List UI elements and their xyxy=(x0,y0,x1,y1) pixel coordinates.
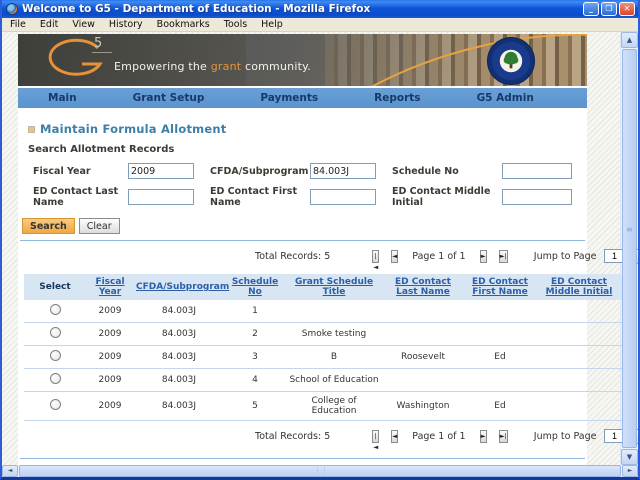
menu-tools[interactable]: Tools xyxy=(217,19,254,30)
fiscal-year-label: Fiscal Year xyxy=(33,166,128,177)
header-banner: 5 Empowering the grant community. xyxy=(18,34,587,86)
cfda-subprogram-label: CFDA/Subprogram xyxy=(210,166,310,177)
section-bullet-icon xyxy=(28,126,35,133)
table-row: 2009 84.003J 1 xyxy=(24,300,622,323)
column-grant-schedule-title[interactable]: Grant Schedule Title xyxy=(286,274,382,300)
table-row: 2009 84.003J 3 B Roosevelt Ed xyxy=(24,346,622,369)
pagination-bottom: Total Records: 5 |◄ ◄ Page 1 of 1 ► ►| J… xyxy=(18,428,587,444)
search-form: Fiscal Year CFDA/Subprogram Schedule No … xyxy=(33,163,587,208)
pagination-top: Total Records: 5 |◄ ◄ Page 1 of 1 ► ►| J… xyxy=(18,248,587,264)
window-title: Welcome to G5 - Department of Education … xyxy=(22,3,583,15)
total-records-label: Total Records: xyxy=(255,251,321,262)
page-indicator: Page 1 of 1 xyxy=(412,431,465,442)
scroll-left-icon[interactable]: ◄ xyxy=(2,465,18,477)
horizontal-scrollbar[interactable]: ◄ ► xyxy=(2,465,638,477)
page-title: Maintain Formula Allotment xyxy=(40,122,226,136)
ed-contact-last-name-label: ED Contact Last Name xyxy=(33,186,128,208)
previous-page-button[interactable]: ◄ xyxy=(391,430,398,443)
total-records-value: 5 xyxy=(324,431,330,442)
table-row: 2009 84.003J 4 School of Education xyxy=(24,369,622,392)
nav-reports[interactable]: Reports xyxy=(344,92,446,104)
page-margin-left xyxy=(2,34,18,465)
column-ed-contact-first-name[interactable]: ED Contact First Name xyxy=(464,274,536,300)
column-cfda-subprogram[interactable]: CFDA/Subprogram xyxy=(134,274,224,300)
table-row: 2009 84.003J 2 Smoke testing xyxy=(24,323,622,346)
menu-edit[interactable]: Edit xyxy=(33,19,65,30)
cfda-subprogram-input[interactable] xyxy=(310,163,376,179)
ed-contact-middle-initial-input[interactable] xyxy=(502,189,572,205)
browser-window: Welcome to G5 - Department of Education … xyxy=(0,0,640,480)
close-button[interactable]: ✕ xyxy=(619,2,635,16)
clear-button[interactable]: Clear xyxy=(79,218,120,234)
horizontal-scrollbar-thumb[interactable] xyxy=(19,465,621,477)
search-section-title: Search Allotment Records xyxy=(28,144,587,155)
next-page-button[interactable]: ► xyxy=(480,430,487,443)
schedule-no-label: Schedule No xyxy=(392,166,502,177)
table-header-row: Select Fiscal Year CFDA/Subprogram Sched… xyxy=(24,274,622,300)
nav-payments[interactable]: Payments xyxy=(230,92,344,104)
first-page-button[interactable]: |◄ xyxy=(372,430,379,443)
previous-page-button[interactable]: ◄ xyxy=(391,250,398,263)
last-page-button[interactable]: ►| xyxy=(499,430,508,443)
scroll-right-icon[interactable]: ► xyxy=(622,465,638,477)
nav-main[interactable]: Main xyxy=(18,92,103,104)
minimize-button[interactable]: _ xyxy=(583,2,599,16)
menu-view[interactable]: View xyxy=(65,19,102,30)
title-bar[interactable]: Welcome to G5 - Department of Education … xyxy=(2,0,638,18)
ed-contact-last-name-input[interactable] xyxy=(128,189,194,205)
main-navigation: Main Grant Setup Payments Reports G5 Adm… xyxy=(18,88,587,108)
firefox-icon xyxy=(6,3,18,15)
row-select-radio[interactable] xyxy=(50,304,61,315)
ed-contact-first-name-input[interactable] xyxy=(310,189,376,205)
first-page-button[interactable]: |◄ xyxy=(372,250,379,263)
allotment-results-table: Select Fiscal Year CFDA/Subprogram Sched… xyxy=(24,274,622,421)
column-ed-contact-last-name[interactable]: ED Contact Last Name xyxy=(382,274,464,300)
scroll-up-icon[interactable]: ▲ xyxy=(621,32,638,48)
menu-help[interactable]: Help xyxy=(254,19,290,30)
total-records-label: Total Records: xyxy=(255,431,321,442)
separator xyxy=(20,458,585,459)
page-indicator: Page 1 of 1 xyxy=(412,251,465,262)
department-of-education-seal-icon xyxy=(487,37,535,85)
separator xyxy=(20,240,585,241)
column-schedule-no[interactable]: Schedule No xyxy=(224,274,286,300)
column-ed-contact-middle-initial[interactable]: ED Contact Middle Initial xyxy=(536,274,622,300)
jump-to-page-label: Jump to Page xyxy=(534,251,597,262)
nav-g5-admin[interactable]: G5 Admin xyxy=(447,92,560,104)
next-page-button[interactable]: ► xyxy=(480,250,487,263)
row-select-radio[interactable] xyxy=(50,327,61,338)
menu-bar: File Edit View History Bookmarks Tools H… xyxy=(2,18,638,32)
ed-contact-middle-initial-label: ED Contact Middle Initial xyxy=(392,186,502,208)
tagline: Empowering the grant community. xyxy=(114,60,311,73)
vertical-scrollbar[interactable]: ▲ ▼ xyxy=(620,32,638,465)
menu-history[interactable]: History xyxy=(102,19,150,30)
fiscal-year-input[interactable] xyxy=(128,163,194,179)
scroll-down-icon[interactable]: ▼ xyxy=(621,449,638,465)
vertical-scrollbar-thumb[interactable] xyxy=(622,49,637,448)
g5-logo-number: 5 xyxy=(92,36,112,53)
schedule-no-input[interactable] xyxy=(502,163,572,179)
row-select-radio[interactable] xyxy=(50,373,61,384)
menu-file[interactable]: File xyxy=(6,19,33,30)
table-row: 2009 84.003J 5 College of Education Wash… xyxy=(24,392,622,421)
menu-bookmarks[interactable]: Bookmarks xyxy=(150,19,217,30)
search-button[interactable]: Search xyxy=(22,218,75,234)
row-select-radio[interactable] xyxy=(50,399,61,410)
web-page: 5 Empowering the grant community. Main G… xyxy=(2,32,620,465)
last-page-button[interactable]: ►| xyxy=(499,250,508,263)
jump-to-page-label: Jump to Page xyxy=(534,431,597,442)
nav-grant-setup[interactable]: Grant Setup xyxy=(103,92,231,104)
column-select: Select xyxy=(24,274,86,300)
column-fiscal-year[interactable]: Fiscal Year xyxy=(86,274,134,300)
row-select-radio[interactable] xyxy=(50,350,61,361)
maximize-button[interactable]: ❐ xyxy=(601,2,617,16)
ed-contact-first-name-label: ED Contact First Name xyxy=(210,186,310,208)
total-records-value: 5 xyxy=(324,251,330,262)
